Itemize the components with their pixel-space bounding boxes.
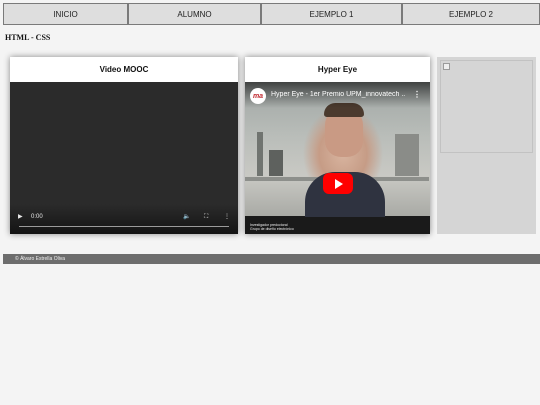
play-icon[interactable]: ▶ [18,214,23,220]
volume-icon[interactable]: 🔈 [183,214,190,220]
card-title: Hyper Eye [245,57,430,82]
more-options-icon[interactable]: ⋮ [413,90,421,99]
youtube-play-icon[interactable] [323,173,353,194]
footer: © Álvaro Estrella Oliva [3,254,540,264]
fullscreen-icon[interactable]: ⛶ [204,214,208,220]
video-controls: ▶ 0:00 🔈 ⛶ ⋮ [10,204,238,234]
image-placeholder [437,57,536,234]
video-player[interactable]: ▶ 0:00 🔈 ⛶ ⋮ [10,82,238,234]
lab-equipment [269,150,283,176]
nav-item-ejemplo-2[interactable]: EJEMPLO 2 [402,3,540,25]
nav-item-inicio[interactable]: INICIO [3,3,128,25]
video-time: 0:00 [31,214,43,220]
broken-image-icon [443,63,450,70]
card-title: Video MOOC [10,57,238,82]
nav-item-alumno[interactable]: ALUMNO [128,3,261,25]
footer-copyright: © Álvaro Estrella Oliva [15,256,66,262]
page-title: HTML - CSS [5,33,51,42]
video-caption: Investigador predoctoral Grupo de diseño… [250,223,294,231]
video-progress-bar[interactable] [19,226,229,227]
top-navigation: INICIO ALUMNO EJEMPLO 1 EJEMPLO 2 [3,3,540,25]
hyper-eye-card: Hyper Eye ma Hyper Eye - 1er Premio UPM_… [245,57,430,234]
youtube-video-title[interactable]: Hyper Eye - 1er Premio UPM_innovatech ..… [271,91,405,98]
lab-equipment [257,132,263,176]
image-frame [440,60,533,153]
youtube-title-bar: ma Hyper Eye - 1er Premio UPM_innovatech… [245,82,430,108]
more-options-icon[interactable]: ⋮ [224,214,230,220]
youtube-embed[interactable]: ma Hyper Eye - 1er Premio UPM_innovatech… [245,82,430,234]
lab-equipment [395,134,419,176]
nav-item-ejemplo-1[interactable]: EJEMPLO 1 [261,3,402,25]
channel-logo-icon[interactable]: ma [250,88,266,104]
video-mooc-card: Video MOOC ▶ 0:00 🔈 ⛶ ⋮ [10,57,238,234]
